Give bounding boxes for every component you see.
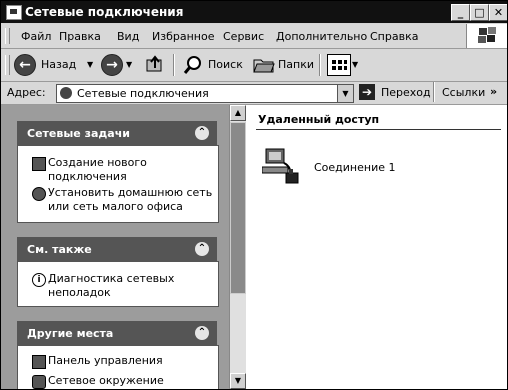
connection-label[interactable]: Соединение 1 — [314, 161, 396, 174]
network-folder-icon — [6, 5, 22, 20]
forward-arrow-icon[interactable]: → — [101, 54, 123, 76]
go-arrow-icon[interactable]: ➔ — [359, 84, 375, 100]
title-bar: Сетевые подключения _ □ ✕ — [1, 1, 507, 23]
menu-file[interactable]: Файл — [21, 30, 51, 43]
menu-tools[interactable]: Сервис — [223, 30, 264, 43]
maximize-button[interactable]: □ — [470, 4, 489, 21]
content-area: Удаленный доступ Соединение 1 — [246, 105, 507, 389]
other-places-header[interactable]: Другие места ⌃ — [17, 321, 217, 345]
see-also-title: См. также — [27, 243, 92, 256]
windows-logo-icon — [466, 24, 507, 48]
see-also-header[interactable]: См. также ⌃ — [17, 237, 217, 261]
scroll-down-icon[interactable]: ▼ — [230, 373, 246, 389]
minimize-button[interactable]: _ — [451, 4, 470, 21]
search-icon[interactable] — [183, 55, 203, 75]
search-button[interactable]: Поиск — [208, 58, 243, 71]
home-network-icon — [32, 187, 46, 201]
back-button[interactable]: Назад — [41, 58, 76, 71]
views-dropdown-icon[interactable]: ▼ — [352, 60, 358, 69]
address-field[interactable]: Сетевые подключения ▼ — [56, 84, 354, 103]
address-value: Сетевые подключения — [77, 87, 209, 100]
window-title: Сетевые подключения — [25, 5, 184, 19]
toolbar: ← Назад ▼ → ▼ Поиск Папки ▼ — [1, 49, 507, 82]
links-chevron-icon[interactable]: » — [490, 85, 497, 98]
network-globe-icon — [60, 87, 72, 99]
network-tasks-header[interactable]: Сетевые задачи ⌃ — [17, 121, 217, 145]
links-button[interactable]: Ссылки — [442, 86, 485, 99]
group-title: Удаленный доступ — [258, 113, 380, 126]
info-icon: i — [32, 273, 46, 287]
dialup-connection-icon[interactable] — [261, 145, 300, 185]
group-divider — [256, 129, 501, 130]
scroll-up-icon[interactable]: ▲ — [230, 105, 246, 121]
scroll-thumb[interactable] — [230, 122, 246, 294]
folders-button[interactable]: Папки — [278, 58, 314, 71]
address-bar: Адрес: Сетевые подключения ▼ ➔ Переход С… — [1, 82, 507, 105]
collapse-chevron-icon[interactable]: ⌃ — [195, 242, 209, 256]
close-button[interactable]: ✕ — [489, 4, 507, 21]
go-button[interactable]: Переход — [381, 86, 431, 99]
up-folder-icon[interactable] — [146, 55, 164, 73]
network-tasks-panel: Создание нового подключения Установить д… — [17, 145, 219, 223]
back-dropdown-icon[interactable]: ▼ — [87, 60, 93, 69]
see-also-panel: i Диагностика сетевых неполадок — [17, 261, 219, 307]
collapse-chevron-icon[interactable]: ⌃ — [195, 126, 209, 140]
new-connection-icon — [32, 157, 46, 171]
window: Сетевые подключения _ □ ✕ Файл Правка Ви… — [0, 0, 508, 390]
control-panel-icon — [32, 355, 46, 369]
folders-icon[interactable] — [253, 56, 275, 74]
back-arrow-icon[interactable]: ← — [14, 54, 36, 76]
other-places-title: Другие места — [27, 327, 114, 340]
menu-view[interactable]: Вид — [117, 30, 139, 43]
menu-favorites[interactable]: Избранное — [152, 30, 214, 43]
collapse-chevron-icon[interactable]: ⌃ — [195, 326, 209, 340]
menu-edit[interactable]: Правка — [59, 30, 101, 43]
other-places-panel: Панель управления Сетевое окружение — [17, 345, 219, 389]
network-neighborhood-icon — [32, 375, 46, 389]
vertical-scrollbar[interactable]: ▲ ▼ — [229, 105, 246, 389]
menu-help[interactable]: Справка — [370, 30, 418, 43]
address-dropdown-icon[interactable]: ▼ — [337, 85, 353, 102]
network-tasks-title: Сетевые задачи — [27, 127, 130, 140]
forward-dropdown-icon[interactable]: ▼ — [126, 60, 132, 69]
menu-advanced[interactable]: Дополнительно — [276, 30, 367, 43]
views-icon[interactable] — [327, 54, 351, 76]
address-label: Адрес: — [7, 86, 46, 99]
task-pane: Сетевые задачи ⌃ Создание нового подключ… — [1, 105, 229, 389]
menu-bar: Файл Правка Вид Избранное Сервис Дополни… — [1, 24, 507, 49]
